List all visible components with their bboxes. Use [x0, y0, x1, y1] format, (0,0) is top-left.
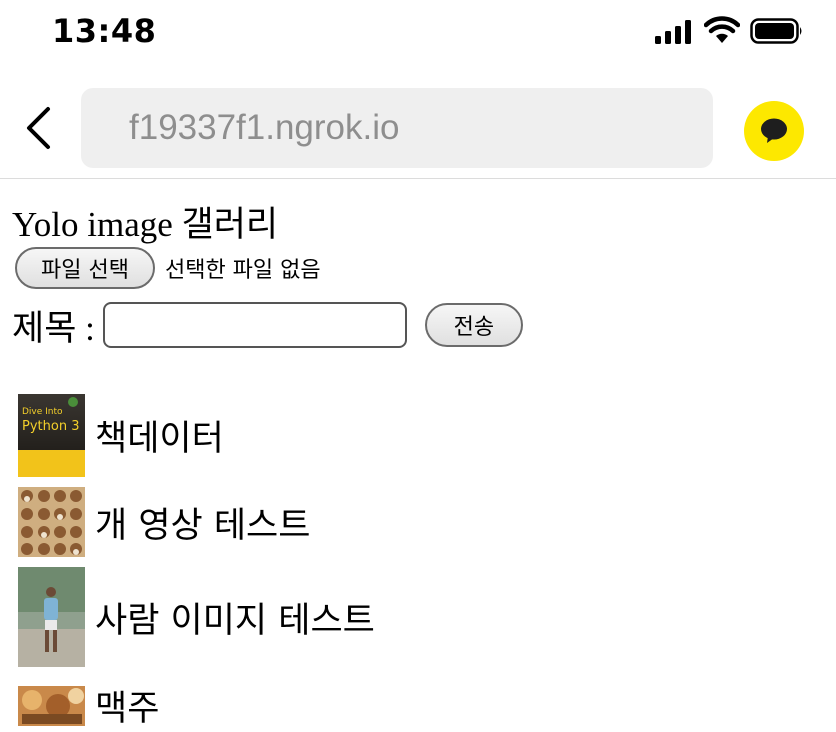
beer-thumbnail — [18, 685, 85, 726]
file-status-text: 선택한 파일 없음 — [164, 258, 321, 283]
gallery-item-label: 책데이터 — [95, 419, 224, 459]
status-bar: 13:48 — [0, 0, 836, 64]
gallery-item-label: 사람 이미지 테스트 — [95, 600, 375, 641]
gallery-item-label: 맥주 — [95, 689, 160, 729]
file-select-button[interactable]: 파일 선택 — [15, 247, 155, 289]
gallery-item[interactable]: 개 영상 테스트 — [18, 487, 310, 557]
dogs-grid-thumbnail — [18, 487, 85, 557]
wifi-icon — [704, 16, 740, 43]
thumb-cover-text: Dive Into — [22, 407, 63, 417]
thumb-cover-title: Python 3 — [22, 419, 80, 434]
kakaotalk-button[interactable] — [744, 101, 804, 161]
book-cover-thumbnail: Dive Into Python 3 — [18, 394, 85, 477]
page-title: Yolo image 갤러리 — [12, 205, 279, 244]
url-text: f19337f1.ngrok.io — [129, 108, 400, 147]
gallery-item-label: 개 영상 테스트 — [95, 505, 311, 546]
kakaotalk-chat-icon — [761, 118, 787, 143]
person-image — [18, 567, 85, 667]
title-label: 제목 : — [12, 308, 95, 348]
gallery-item[interactable]: Dive Into Python 3 책데이터 — [18, 394, 224, 477]
dogs-grid-image — [18, 487, 85, 557]
file-upload-row: 파일 선택 선택한 파일 없음 — [15, 246, 321, 290]
title-input[interactable] — [102, 302, 407, 348]
battery-icon — [750, 18, 802, 44]
back-button[interactable] — [16, 100, 60, 156]
person-thumbnail — [18, 567, 85, 667]
beer-image — [18, 685, 85, 726]
url-field[interactable]: f19337f1.ngrok.io — [81, 88, 713, 168]
gallery-item[interactable]: 맥주 — [18, 680, 159, 731]
submit-button[interactable]: 전송 — [424, 303, 523, 347]
title-form-row: 제목 : 전송 — [12, 300, 523, 350]
status-time: 13:48 — [52, 12, 157, 50]
chevron-left-icon — [27, 107, 50, 149]
cellular-signal-icon — [655, 20, 691, 44]
gallery-item[interactable]: 사람 이미지 테스트 — [18, 567, 375, 667]
browser-nav-bar: f19337f1.ngrok.io — [0, 78, 836, 179]
